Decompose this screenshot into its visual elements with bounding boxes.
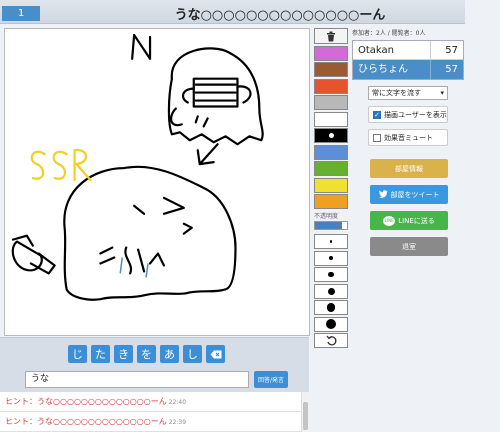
kana-button[interactable]: し <box>183 345 202 363</box>
text-scroll-select[interactable]: 常に文字を流す ▾ <box>368 86 448 100</box>
player-row-drawing: ひらちょん 57 <box>353 60 463 79</box>
tweet-label: 部屋をツイート <box>390 190 440 199</box>
player-list: Otakan 57 ひらちょん 57 <box>352 40 464 80</box>
message-input[interactable]: うな <box>25 371 249 388</box>
chat-time: 22:40 <box>168 399 187 406</box>
brush-size-button[interactable] <box>314 234 348 249</box>
kana-buttons: じ た き を あ し <box>68 345 225 363</box>
checkbox-icon <box>373 133 381 142</box>
color-swatch[interactable] <box>314 177 348 193</box>
kana-button[interactable]: あ <box>160 345 179 363</box>
chat-time: 22:39 <box>168 419 187 426</box>
brush-size-button[interactable] <box>314 267 348 282</box>
player-name: Otakan <box>358 45 395 56</box>
color-swatch[interactable] <box>314 45 348 61</box>
text-scroll-value: 常に文字を流す <box>372 89 421 97</box>
round-badge: 1 <box>2 6 40 21</box>
brush-size-button[interactable] <box>314 250 348 266</box>
mute-toggle[interactable]: 効果音ミュート <box>368 129 448 146</box>
line-icon: LINE <box>383 215 396 226</box>
line-label: LINEに送る <box>398 216 435 225</box>
color-swatch[interactable] <box>314 161 348 176</box>
mute-label: 効果音ミュート <box>384 133 433 142</box>
brush-dot-icon <box>329 256 333 260</box>
chat-message: ヒント：うな○○○○○○○○○○○○○○ーん 22:39 <box>0 412 309 432</box>
twitter-icon <box>378 189 388 200</box>
color-swatch[interactable] <box>314 111 348 127</box>
checkbox-checked-icon: ✓ <box>373 110 381 119</box>
hint-title: うな○○○○○○○○○○○○○○ーん <box>174 8 386 23</box>
kana-button[interactable]: た <box>91 345 110 363</box>
kana-button[interactable]: き <box>114 345 133 363</box>
color-swatch[interactable] <box>314 62 348 77</box>
color-swatch[interactable] <box>314 128 348 143</box>
player-score: 57 <box>430 60 458 79</box>
drawing-canvas[interactable] <box>4 28 310 336</box>
show-drawer-toggle[interactable]: ✓ 描画ユーザーを表示 <box>368 106 448 123</box>
undo-icon[interactable] <box>314 333 348 348</box>
chat-scrollbar[interactable] <box>301 392 309 432</box>
send-answer-button[interactable]: 回答/発言 <box>254 371 288 388</box>
header-bar: 1 うな○○○○○○○○○○○○○○ーん <box>0 0 465 24</box>
brush-size-button[interactable] <box>314 316 348 332</box>
color-swatch[interactable] <box>314 194 348 209</box>
brush-dot-icon <box>327 287 335 295</box>
opacity-slider[interactable] <box>314 221 348 230</box>
tweet-room-button[interactable]: 部屋をツイート <box>370 185 448 204</box>
scroll-thumb[interactable] <box>303 402 308 430</box>
brush-dot-icon <box>326 319 336 329</box>
drawing-tools: 不透明度 <box>314 28 348 350</box>
participant-counts: 参加者：2人 / 閲覧者：0人 <box>352 30 426 37</box>
kana-button[interactable]: じ <box>68 345 87 363</box>
color-swatch[interactable] <box>314 95 348 110</box>
chat-text: ヒント：うな○○○○○○○○○○○○○○ーん <box>5 397 167 406</box>
chat-log: ヒント：うな○○○○○○○○○○○○○○ーん 22:40 ヒント：うな○○○○○○… <box>0 392 309 432</box>
line-share-button[interactable]: LINE LINEに送る <box>370 211 448 230</box>
brush-dot-icon <box>328 271 334 278</box>
answer-area: じ た き を あ し うな 回答/発言 <box>0 337 309 392</box>
brush-dot-icon <box>329 240 333 243</box>
player-score: 57 <box>430 41 458 59</box>
trash-icon[interactable] <box>314 28 348 44</box>
drawing-strokes <box>11 33 264 301</box>
color-swatch[interactable] <box>314 78 348 94</box>
room-sidebar: 参加者：2人 / 閲覧者：0人 Otakan 57 ひらちょん 57 常に文字を… <box>352 28 464 256</box>
room-info-button[interactable]: 部屋情報 <box>370 159 448 178</box>
selected-indicator <box>328 133 334 138</box>
backspace-icon[interactable] <box>206 345 225 363</box>
brush-dot-icon <box>326 303 336 312</box>
chevron-down-icon: ▾ <box>440 89 444 97</box>
brush-size-button[interactable] <box>314 283 348 299</box>
exit-room-button[interactable]: 退室 <box>370 237 448 256</box>
color-swatch[interactable] <box>314 144 348 160</box>
opacity-label: 不透明度 <box>314 213 339 220</box>
opacity-fill <box>315 222 343 229</box>
show-drawer-label: 描画ユーザーを表示 <box>384 110 447 119</box>
player-name: ひらちょん <box>358 64 408 75</box>
kana-button[interactable]: を <box>137 345 156 363</box>
brush-size-button[interactable] <box>314 300 348 315</box>
player-row: Otakan 57 <box>353 41 463 60</box>
chat-message: ヒント：うな○○○○○○○○○○○○○○ーん 22:40 <box>0 392 309 412</box>
chat-text: ヒント：うな○○○○○○○○○○○○○○ーん <box>5 417 167 426</box>
